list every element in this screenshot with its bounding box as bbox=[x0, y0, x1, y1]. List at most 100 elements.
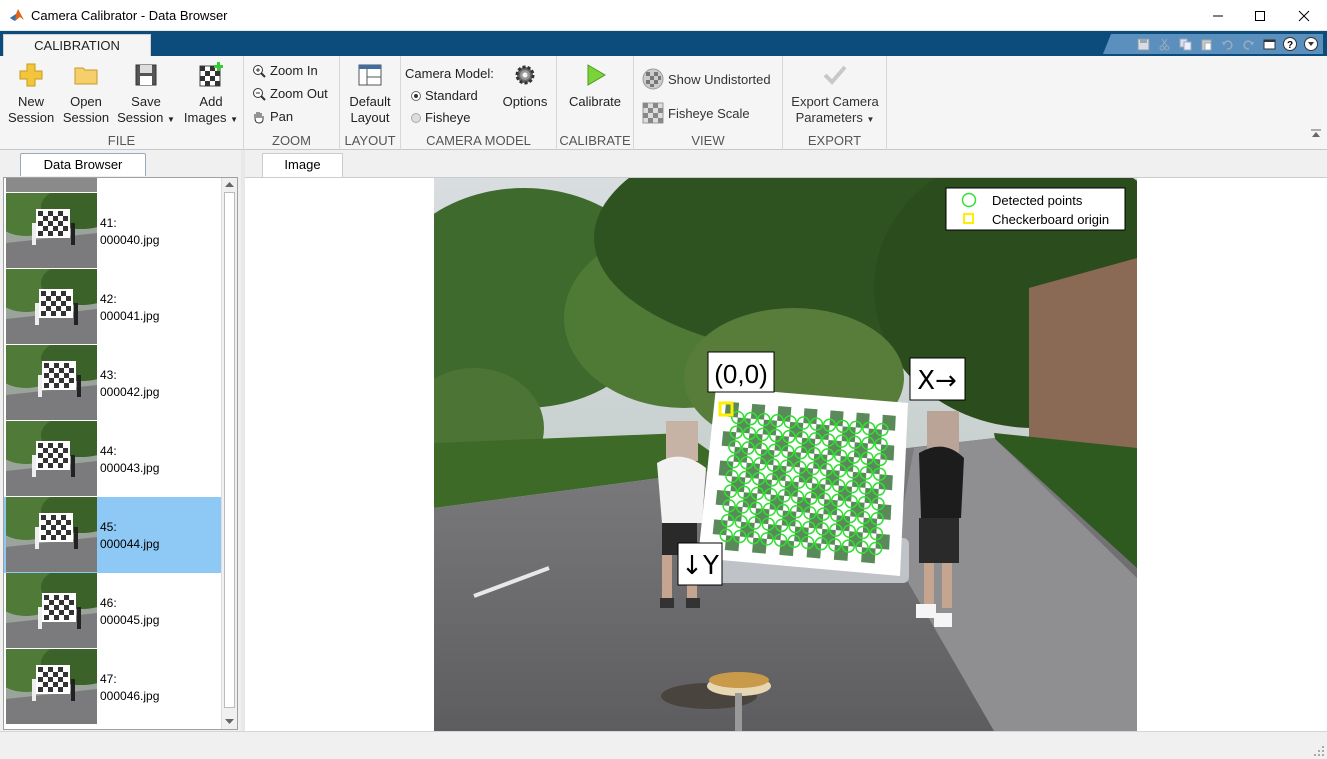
open-session-button[interactable]: Open Session bbox=[62, 62, 110, 126]
group-file: New Session Open Session Save Session ▼ … bbox=[0, 56, 244, 150]
group-view: Show Undistorted Fisheye Scale VIEW bbox=[634, 56, 783, 150]
list-item-label: 44: 000043.jpg bbox=[100, 443, 159, 477]
scrollbar-thumb[interactable] bbox=[224, 192, 235, 708]
legend-detected-points: Detected points bbox=[992, 193, 1083, 208]
data-browser-panel: Data Browser 41: 000040.jpg 42: 000041.j… bbox=[0, 150, 241, 731]
paste-icon[interactable] bbox=[1198, 36, 1214, 52]
redo-icon[interactable] bbox=[1240, 36, 1256, 52]
list-item-partial[interactable] bbox=[4, 178, 222, 193]
group-layout: Default Layout LAYOUT bbox=[340, 56, 401, 150]
chevron-down-icon[interactable] bbox=[1303, 36, 1319, 52]
add-images-button[interactable]: Add Images ▼ bbox=[182, 62, 240, 128]
minimize-button[interactable] bbox=[1195, 0, 1241, 31]
tab-data-browser[interactable]: Data Browser bbox=[20, 153, 146, 176]
group-label-view: VIEW bbox=[691, 133, 725, 148]
show-undistorted-button[interactable]: Show Undistorted bbox=[642, 68, 771, 90]
image-thumbnail bbox=[6, 345, 97, 420]
zoom-out-label: Zoom Out bbox=[270, 86, 328, 101]
undo-icon[interactable] bbox=[1219, 36, 1235, 52]
folder-icon bbox=[74, 67, 98, 85]
save-icon[interactable] bbox=[1135, 36, 1151, 52]
group-camera-model: Camera Model: Standard Fisheye Options C… bbox=[401, 56, 557, 150]
list-scrollbar[interactable] bbox=[221, 178, 237, 729]
default-layout-button[interactable]: Default Layout bbox=[344, 62, 396, 126]
collapse-ribbon-icon[interactable] bbox=[1310, 129, 1322, 139]
open-session-label-1: Open bbox=[70, 94, 102, 109]
plus-icon bbox=[19, 63, 43, 87]
close-button[interactable] bbox=[1281, 0, 1327, 31]
save-session-label-1: Save bbox=[131, 94, 161, 109]
image-filename: 000044.jpg bbox=[100, 537, 160, 551]
fisheye-scale-button[interactable]: Fisheye Scale bbox=[642, 102, 750, 124]
dropdown-arrow-icon: ▼ bbox=[230, 115, 239, 124]
svg-text:?: ? bbox=[1287, 40, 1293, 51]
scroll-up-icon[interactable] bbox=[225, 181, 234, 187]
group-label-export: EXPORT bbox=[807, 133, 862, 148]
matlab-logo-icon bbox=[10, 9, 24, 21]
calibration-image: (0,0) X→ ↓Y Detected points Checkerboard… bbox=[434, 178, 1137, 731]
hand-icon bbox=[254, 111, 264, 124]
list-item[interactable]: 43: 000042.jpg bbox=[4, 345, 222, 421]
calibrate-button[interactable]: Calibrate bbox=[563, 62, 627, 110]
group-label-file: FILE bbox=[107, 133, 136, 148]
save-session-label-2: Session bbox=[117, 110, 164, 125]
image-thumbnail bbox=[6, 649, 97, 724]
checkmark-icon bbox=[823, 65, 847, 85]
export-camera-parameters-button[interactable]: Export Camera Parameters ▼ bbox=[787, 62, 883, 128]
group-label-calibrate: CALIBRATE bbox=[559, 133, 631, 148]
resize-grip-icon[interactable] bbox=[1313, 745, 1325, 757]
tab-calibration[interactable]: CALIBRATION bbox=[3, 34, 151, 57]
maximize-button[interactable] bbox=[1237, 0, 1283, 31]
image-index: 47: bbox=[100, 672, 117, 686]
group-label-layout: LAYOUT bbox=[344, 133, 396, 148]
image-thumbnail bbox=[6, 193, 97, 268]
undistorted-checkerboard-icon bbox=[642, 68, 664, 90]
list-item[interactable]: 44: 000043.jpg bbox=[4, 421, 222, 497]
add-images-label-1: Add bbox=[199, 94, 223, 109]
group-zoom: Zoom In Zoom Out Pan ZOOM bbox=[244, 56, 340, 150]
new-session-button[interactable]: New Session bbox=[8, 62, 54, 126]
add-images-label-2: Images bbox=[183, 110, 227, 125]
gear-icon bbox=[515, 65, 535, 85]
group-label-camera-model: CAMERA MODEL bbox=[426, 133, 531, 148]
radio-fisheye-indicator[interactable] bbox=[411, 112, 421, 123]
list-item[interactable]: 42: 000041.jpg bbox=[4, 269, 222, 345]
x-axis-annotation: X→ bbox=[917, 366, 957, 396]
help-icon[interactable]: ? bbox=[1282, 36, 1298, 52]
image-list[interactable]: 41: 000040.jpg 42: 000041.jpg 43: 000042.jp… bbox=[3, 177, 238, 730]
maximize-icon bbox=[1255, 10, 1265, 21]
image-filename: 000040.jpg bbox=[100, 233, 160, 247]
list-item[interactable]: 45: 000044.jpg bbox=[4, 497, 222, 573]
options-button[interactable]: Options bbox=[501, 62, 549, 110]
image-index: 46: bbox=[100, 596, 117, 610]
list-item[interactable]: 41: 000040.jpg bbox=[4, 193, 222, 269]
tab-image[interactable]: Image bbox=[262, 153, 343, 177]
cut-icon[interactable] bbox=[1156, 36, 1172, 52]
list-item[interactable]: 46: 000045.jpg bbox=[4, 573, 222, 649]
pan-button[interactable]: Pan bbox=[252, 109, 293, 124]
radio-standard[interactable]: Standard bbox=[411, 88, 478, 103]
title-bar: Camera Calibrator - Data Browser bbox=[0, 0, 1327, 31]
copy-icon[interactable] bbox=[1177, 36, 1193, 52]
window-layout-icon[interactable] bbox=[1261, 36, 1277, 52]
zoom-in-icon bbox=[253, 64, 266, 78]
floppy-disk-icon bbox=[135, 64, 157, 86]
list-item-label: 46: 000045.jpg bbox=[100, 595, 159, 629]
group-calibrate: Calibrate CALIBRATE bbox=[557, 56, 634, 150]
legend: Detected points Checkerboard origin bbox=[945, 187, 1126, 231]
save-session-button[interactable]: Save Session ▼ bbox=[117, 62, 175, 128]
list-item[interactable]: 47: 000046.jpg bbox=[4, 649, 222, 725]
image-filename: 000041.jpg bbox=[100, 309, 160, 323]
zoom-in-button[interactable]: Zoom In bbox=[252, 63, 318, 78]
radio-standard-indicator[interactable] bbox=[411, 90, 421, 101]
image-index: 43: bbox=[100, 368, 117, 382]
scroll-down-icon[interactable] bbox=[225, 719, 234, 725]
options-label: Options bbox=[502, 94, 548, 109]
checkerboard-square bbox=[875, 533, 890, 550]
dropdown-arrow-icon: ▼ bbox=[866, 115, 875, 124]
radio-fisheye[interactable]: Fisheye bbox=[411, 110, 471, 125]
fisheye-scale-label: Fisheye Scale bbox=[668, 105, 750, 121]
dropdown-arrow-icon: ▼ bbox=[166, 115, 175, 124]
zoom-out-button[interactable]: Zoom Out bbox=[252, 86, 328, 101]
image-filename: 000043.jpg bbox=[100, 461, 160, 475]
